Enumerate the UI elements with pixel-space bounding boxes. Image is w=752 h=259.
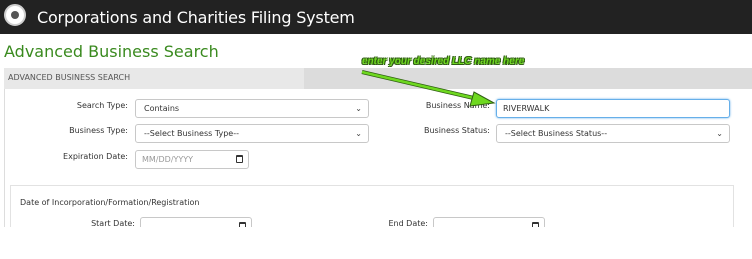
annotation-text: enter your desired LLC name here xyxy=(362,56,525,67)
date-range-title: Date of Incorporation/Formation/Registra… xyxy=(20,198,200,207)
business-type-select[interactable]: --Select Business Type-- ⌄ xyxy=(135,124,369,143)
page-title: Advanced Business Search xyxy=(4,42,219,61)
business-type-value: --Select Business Type-- xyxy=(144,129,239,138)
expiration-date-label: Expiration Date: xyxy=(63,152,128,161)
chevron-down-icon: ⌄ xyxy=(355,129,362,138)
business-type-label: Business Type: xyxy=(69,126,128,135)
business-name-label: Business Name: xyxy=(425,101,490,110)
search-type-value: Contains xyxy=(144,104,180,113)
chevron-down-icon: ⌄ xyxy=(355,104,362,113)
business-name-value: RIVERWALK xyxy=(503,104,550,113)
calendar-icon[interactable] xyxy=(236,155,243,163)
section-header: ADVANCED BUSINESS SEARCH xyxy=(4,68,752,89)
top-bar: Corporations and Charities Filing System xyxy=(0,0,752,34)
state-seal-icon xyxy=(4,4,26,26)
bottom-crop xyxy=(0,227,752,259)
business-status-select[interactable]: --Select Business Status-- ⌄ xyxy=(496,124,730,143)
app-title: Corporations and Charities Filing System xyxy=(37,8,355,27)
search-type-label: Search Type: xyxy=(76,101,128,110)
business-status-value: --Select Business Status-- xyxy=(505,129,608,138)
expiration-date-placeholder: MM/DD/YYYY xyxy=(142,155,194,164)
business-status-label: Business Status: xyxy=(423,126,490,135)
expiration-date-input[interactable]: MM/DD/YYYY xyxy=(135,150,249,169)
chevron-down-icon: ⌄ xyxy=(716,129,723,138)
section-label: ADVANCED BUSINESS SEARCH xyxy=(8,73,131,82)
business-name-input[interactable]: RIVERWALK xyxy=(496,99,730,118)
search-type-select[interactable]: Contains ⌄ xyxy=(135,99,369,118)
